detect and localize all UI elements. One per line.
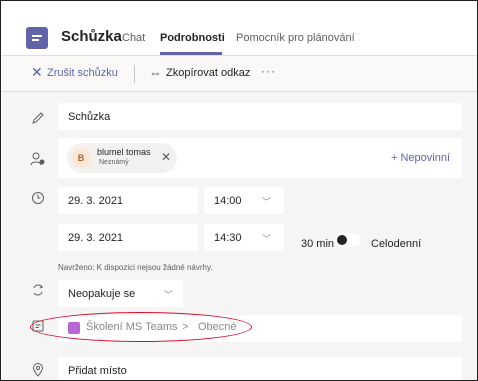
tab-details[interactable]: Podrobnosti bbox=[160, 32, 225, 44]
location-icon bbox=[30, 363, 46, 379]
clock-icon bbox=[30, 191, 46, 207]
end-time-value: 14:30 bbox=[214, 231, 242, 244]
chevron-down-icon: ﹀ bbox=[164, 290, 174, 300]
meeting-window: Schůzka Chat Podrobnosti Pomocník pro pl… bbox=[0, 0, 478, 381]
highlight-ellipse bbox=[30, 312, 252, 342]
header: Schůzka Chat Podrobnosti Pomocník pro pl… bbox=[2, 2, 477, 56]
attendee-chip[interactable]: B blumel tomas Neznámý ✕ bbox=[67, 143, 177, 173]
location-input[interactable]: Přidat místo bbox=[58, 357, 462, 380]
repeat-value: Neopakuje se bbox=[68, 287, 136, 300]
end-date-value: 29. 3. 2021 bbox=[68, 231, 124, 244]
cancel-meeting-button[interactable]: Zrušit schůzku bbox=[47, 67, 118, 79]
tab-chat[interactable]: Chat bbox=[122, 32, 145, 44]
close-icon[interactable]: ✕ bbox=[31, 64, 43, 81]
suggestion-text: Navrženo: K dispozici nejsou žádné návrh… bbox=[58, 263, 213, 272]
chevron-down-icon: ﹀ bbox=[262, 197, 272, 207]
chevron-down-icon: ﹀ bbox=[262, 234, 272, 244]
remove-attendee-icon[interactable]: ✕ bbox=[161, 150, 171, 164]
toolbar-divider bbox=[134, 65, 135, 83]
title-input-value: Schůzka bbox=[68, 110, 111, 123]
repeat-select[interactable]: Neopakuje se ﹀ bbox=[58, 280, 183, 307]
avatar: B bbox=[71, 148, 91, 168]
start-time-select[interactable]: 14:00 ﹀ bbox=[204, 187, 284, 214]
start-date-input[interactable]: 29. 3. 2021 bbox=[58, 187, 198, 214]
duration-label: 30 min bbox=[301, 238, 335, 250]
title-input[interactable]: Schůzka bbox=[58, 103, 462, 130]
link-icon[interactable]: ⇔ bbox=[149, 65, 162, 80]
people-icon bbox=[30, 151, 46, 167]
active-tab-indicator bbox=[160, 52, 222, 55]
location-placeholder: Přidat místo bbox=[68, 364, 127, 377]
copy-link-button[interactable]: Zkopírovat odkaz bbox=[166, 67, 250, 79]
attendee-name: blumel tomas bbox=[97, 147, 151, 157]
attendee-status: Neznámý bbox=[99, 159, 129, 166]
end-time-select[interactable]: 14:30 ﹀ bbox=[204, 224, 284, 251]
more-options-button[interactable]: ··· bbox=[261, 64, 276, 78]
optional-attendees-link[interactable]: + Nepovinní bbox=[391, 152, 450, 164]
repeat-icon bbox=[30, 283, 46, 299]
start-time-value: 14:00 bbox=[214, 194, 242, 207]
toolbar: ✕ Zrušit schůzku ⇔ Zkopírovat odkaz ··· bbox=[2, 56, 477, 92]
end-date-input[interactable]: 29. 3. 2021 bbox=[58, 224, 198, 251]
pencil-icon bbox=[30, 111, 46, 127]
tab-scheduling-assistant[interactable]: Pomocník pro plánování bbox=[236, 32, 355, 44]
all-day-toggle[interactable] bbox=[335, 233, 361, 247]
calendar-app-icon bbox=[26, 27, 48, 49]
page-title: Schůzka bbox=[61, 28, 122, 45]
start-date-value: 29. 3. 2021 bbox=[68, 194, 124, 207]
all-day-label: Celodenní bbox=[371, 238, 422, 250]
